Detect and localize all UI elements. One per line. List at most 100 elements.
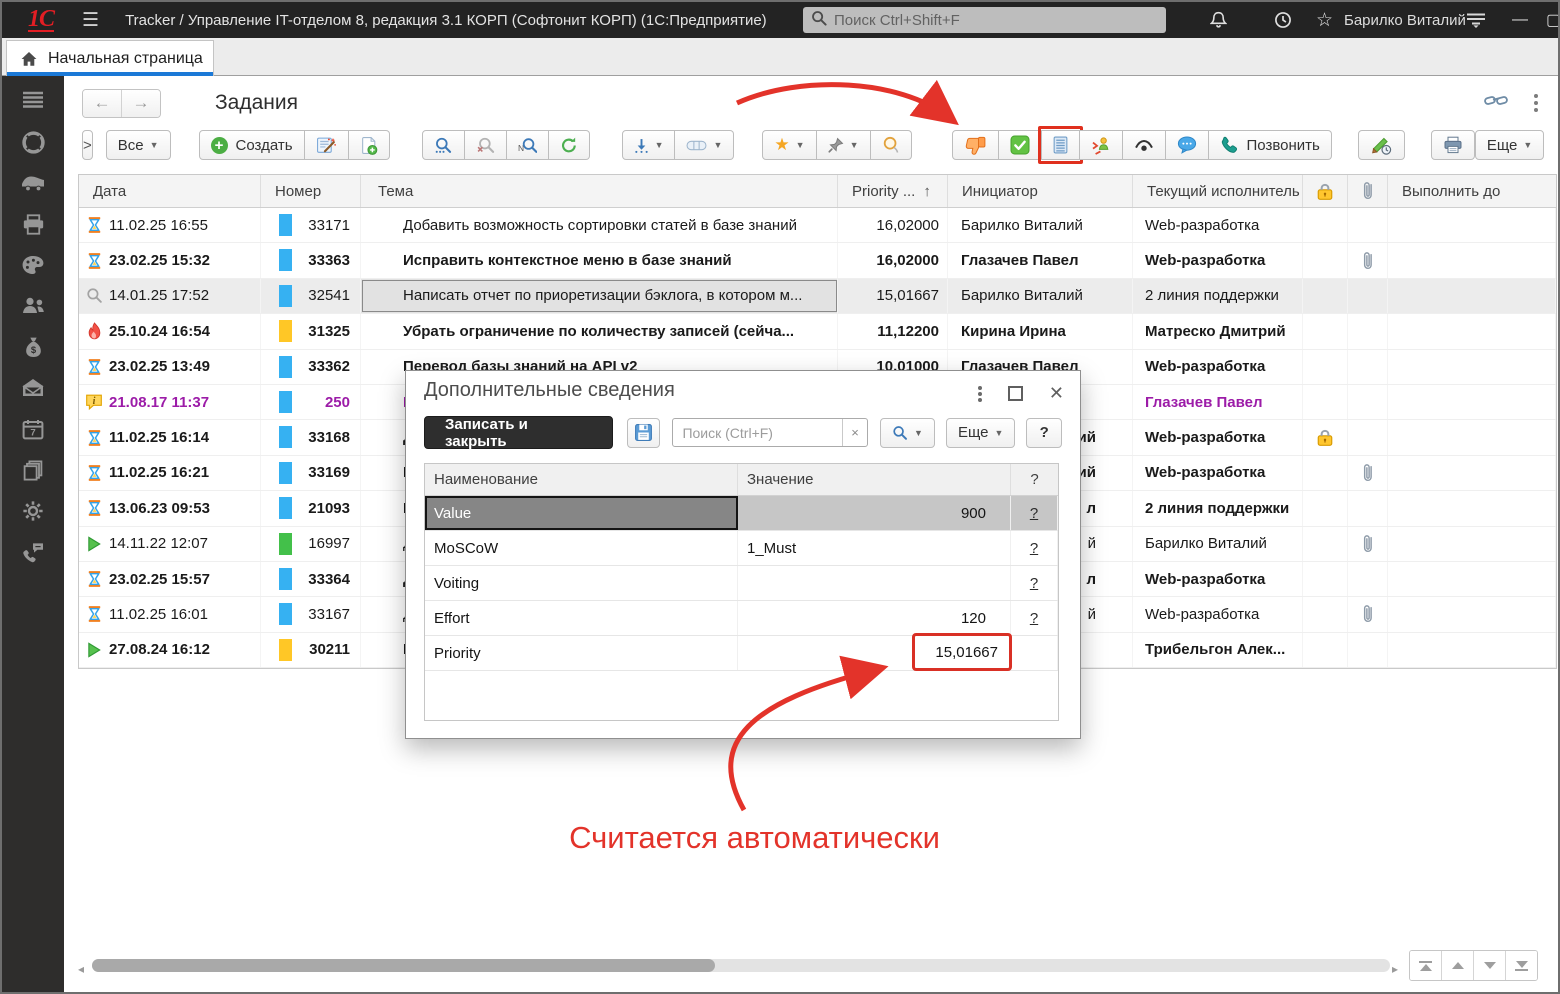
sidebar-item-moneybag-icon[interactable]: $ xyxy=(20,335,46,359)
discussion-button[interactable] xyxy=(1166,130,1209,160)
sidebar-item-phone-chat-icon[interactable] xyxy=(20,540,46,564)
table-row[interactable]: 25.10.24 16:5431325Убрать ограничение по… xyxy=(79,314,1556,349)
call-button[interactable]: Позвонить xyxy=(1209,130,1332,160)
forward-arrow-button[interactable]: → xyxy=(121,90,160,117)
property-help[interactable]: ? xyxy=(1011,566,1058,600)
view-mode-button[interactable]: ▼ xyxy=(675,130,734,160)
dialog-maximize-icon[interactable] xyxy=(1008,386,1023,401)
create-by-template-button[interactable] xyxy=(305,130,349,160)
create-button[interactable]: + Создать xyxy=(199,130,305,160)
table-row[interactable]: 14.01.25 17:5232541Написать отчет по при… xyxy=(79,279,1556,314)
more-button[interactable]: Еще▼ xyxy=(1475,130,1544,160)
monitor-button[interactable] xyxy=(871,130,912,160)
dialog-col-question[interactable]: ? xyxy=(1011,464,1058,495)
dialog-help-button[interactable]: ? xyxy=(1026,418,1062,448)
print-button[interactable] xyxy=(1431,130,1475,160)
observe-button[interactable] xyxy=(1123,130,1166,160)
dialog-property-row[interactable]: Voiting? xyxy=(425,566,1058,601)
dialog-col-value[interactable]: Значение xyxy=(738,464,1011,495)
scrollbar-track[interactable] xyxy=(92,959,1390,972)
tab-home-page[interactable]: Начальная страница xyxy=(6,40,214,76)
page-up-button[interactable] xyxy=(1441,951,1473,980)
functions-menu-icon[interactable] xyxy=(1466,12,1486,28)
sidebar-item-menu-lines-icon[interactable] xyxy=(20,89,46,113)
dialog-col-name[interactable]: Наименование xyxy=(425,464,738,495)
clear-search-icon[interactable]: × xyxy=(842,419,867,446)
property-value[interactable]: 1_Must xyxy=(738,531,1011,565)
main-menu-icon[interactable]: ☰ xyxy=(82,9,99,32)
col-header-lock[interactable] xyxy=(1303,175,1348,207)
sidebar-item-calendar-icon[interactable]: 7 xyxy=(20,417,46,441)
property-help[interactable] xyxy=(1011,636,1058,670)
filter-all-button[interactable]: Все▼ xyxy=(106,130,171,160)
col-header-due[interactable]: Выполнить до xyxy=(1388,175,1556,207)
col-header-topic[interactable]: Тема xyxy=(361,175,838,207)
dialog-close-icon[interactable]: ✕ xyxy=(1049,383,1064,404)
sidebar-item-mail-icon[interactable] xyxy=(20,376,46,400)
sidebar-item-printer-icon[interactable] xyxy=(20,212,46,236)
scroll-left-icon[interactable]: ◂ xyxy=(78,962,84,976)
col-header-priority[interactable]: Priority ...↑ xyxy=(838,175,948,207)
maximize-button[interactable]: ▢ xyxy=(1546,10,1560,30)
col-header-date[interactable]: Дата xyxy=(79,175,261,207)
col-header-number[interactable]: Номер xyxy=(261,175,361,207)
notifications-bell-icon[interactable] xyxy=(1210,11,1227,29)
scrollbar-thumb[interactable] xyxy=(92,959,715,972)
complete-task-button[interactable] xyxy=(999,130,1042,160)
sidebar-item-truck-icon[interactable] xyxy=(20,171,46,195)
dialog-property-row[interactable]: Priority15,01667 xyxy=(425,636,1058,671)
col-header-attachment[interactable] xyxy=(1348,175,1388,207)
sidebar-item-gear-icon[interactable] xyxy=(20,499,46,523)
table-row[interactable]: 11.02.25 16:5533171Добавить возможность … xyxy=(79,208,1556,243)
property-help[interactable]: ? xyxy=(1011,531,1058,565)
dialog-property-row[interactable]: MoSCoW1_Must? xyxy=(425,531,1058,566)
dialog-more-button[interactable]: Еще▼ xyxy=(946,418,1015,448)
property-value[interactable]: 120 xyxy=(738,601,1011,635)
pin-button[interactable]: ▼ xyxy=(817,130,871,160)
sidebar-item-lifering-icon[interactable] xyxy=(20,130,46,154)
copy-item-button[interactable] xyxy=(349,130,390,160)
refresh-button[interactable] xyxy=(549,130,590,160)
property-help[interactable]: ? xyxy=(1011,601,1058,635)
page-down-button[interactable] xyxy=(1473,951,1505,980)
property-value[interactable]: 900 xyxy=(738,496,1011,530)
form-menu-kebab-icon[interactable] xyxy=(1534,94,1538,112)
current-user[interactable]: Барилко Виталий xyxy=(1344,12,1466,29)
complaint-button[interactable] xyxy=(952,130,999,160)
sidebar-item-documents-icon[interactable] xyxy=(20,458,46,482)
global-search-input[interactable]: Поиск Ctrl+Shift+F xyxy=(803,7,1166,33)
save-button[interactable] xyxy=(627,418,661,448)
expand-groups-button[interactable]: > xyxy=(82,130,93,160)
favorites-button[interactable]: ★ ▼ xyxy=(762,130,816,160)
sidebar-item-users-icon[interactable] xyxy=(20,294,46,318)
dialog-property-row[interactable]: Effort120? xyxy=(425,601,1058,636)
property-value[interactable] xyxy=(738,566,1011,600)
back-arrow-button[interactable]: ← xyxy=(83,90,121,117)
dialog-menu-kebab-icon[interactable] xyxy=(978,386,982,402)
importance-bar xyxy=(279,249,292,271)
table-row[interactable]: 23.02.25 15:3233363Исправить контекстное… xyxy=(79,243,1556,278)
get-link-icon[interactable] xyxy=(1484,93,1508,113)
cancel-search-button[interactable] xyxy=(465,130,507,160)
property-value[interactable]: 15,01667 xyxy=(738,636,1011,670)
scroll-right-icon[interactable]: ▸ xyxy=(1392,962,1398,976)
sidebar-item-palette-icon[interactable] xyxy=(20,253,46,277)
go-to-top-button[interactable] xyxy=(1410,951,1441,980)
additional-info-button[interactable] xyxy=(1042,130,1080,160)
reassign-button[interactable] xyxy=(1080,130,1123,160)
favorites-star-icon[interactable]: ☆ xyxy=(1316,9,1333,32)
col-header-initiator[interactable]: Инициатор xyxy=(948,175,1133,207)
col-header-executor[interactable]: Текущий исполнитель xyxy=(1133,175,1303,207)
minimize-button[interactable]: — xyxy=(1512,11,1528,29)
sort-menu-button[interactable]: ▼ xyxy=(622,130,676,160)
history-icon[interactable] xyxy=(1274,11,1292,29)
go-to-end-button[interactable] xyxy=(1505,951,1537,980)
search-settings-button[interactable]: N xyxy=(507,130,549,160)
edit-deadline-button[interactable] xyxy=(1358,130,1405,160)
dialog-search-input[interactable]: Поиск (Ctrl+F) × xyxy=(672,418,868,447)
property-help[interactable]: ? xyxy=(1011,496,1058,530)
dialog-property-row[interactable]: Value900? xyxy=(425,496,1058,531)
find-button[interactable] xyxy=(422,130,465,160)
save-and-close-button[interactable]: Записать и закрыть xyxy=(424,416,613,449)
dialog-find-button[interactable]: ▼ xyxy=(880,418,935,448)
